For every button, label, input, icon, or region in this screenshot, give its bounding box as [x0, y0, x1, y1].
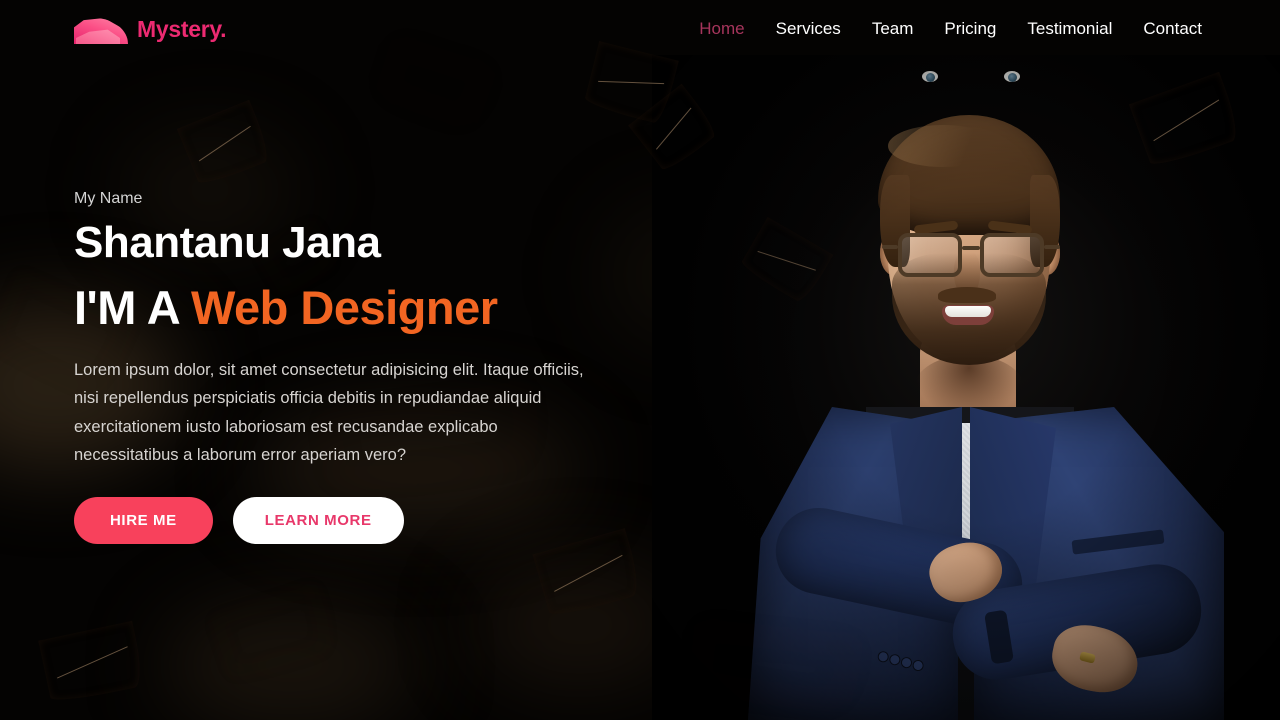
- moustache: [938, 287, 996, 303]
- mouth: [942, 305, 994, 325]
- hire-me-button[interactable]: HIRE ME: [74, 497, 213, 545]
- nav-item-team[interactable]: Team: [872, 19, 914, 39]
- brand-name: Mystery.: [137, 15, 227, 42]
- brand-logo[interactable]: Mystery.: [74, 14, 227, 44]
- hero-headline-prefix: I'M A: [74, 281, 191, 335]
- portrait-photo: [652, 55, 1280, 720]
- hero-button-row: HIRE ME LEARN MORE: [74, 497, 634, 545]
- iris-left: [926, 73, 935, 82]
- learn-more-button[interactable]: LEARN MORE: [232, 497, 404, 545]
- main-navigation: Home Services Team Pricing Testimonial C…: [699, 19, 1202, 39]
- site-header: Mystery. Home Services Team Pricing Test…: [0, 0, 1280, 58]
- iris-right: [1008, 73, 1017, 82]
- hero-paragraph: Lorem ipsum dolor, sit amet consectetur …: [74, 360, 584, 464]
- hero-section: My Name Shantanu Jana I'M A Web Designer…: [74, 190, 634, 545]
- nav-item-home[interactable]: Home: [699, 19, 744, 39]
- nav-item-contact[interactable]: Contact: [1143, 19, 1202, 39]
- hero-name: Shantanu Jana: [74, 218, 381, 267]
- nav-item-testimonial[interactable]: Testimonial: [1027, 19, 1112, 39]
- hero-kicker: My Name: [74, 190, 143, 207]
- nav-item-services[interactable]: Services: [776, 19, 841, 39]
- pink-hill-logo-icon: [74, 14, 128, 44]
- nav-item-pricing[interactable]: Pricing: [944, 19, 996, 39]
- hero-page: Mystery. Home Services Team Pricing Test…: [0, 0, 1280, 720]
- person-figure: [652, 55, 1280, 720]
- hero-headline: I'M A Web Designer: [74, 282, 634, 334]
- eyeglasses-icon: [882, 233, 1060, 279]
- hero-headline-accent: Web Designer: [190, 281, 498, 335]
